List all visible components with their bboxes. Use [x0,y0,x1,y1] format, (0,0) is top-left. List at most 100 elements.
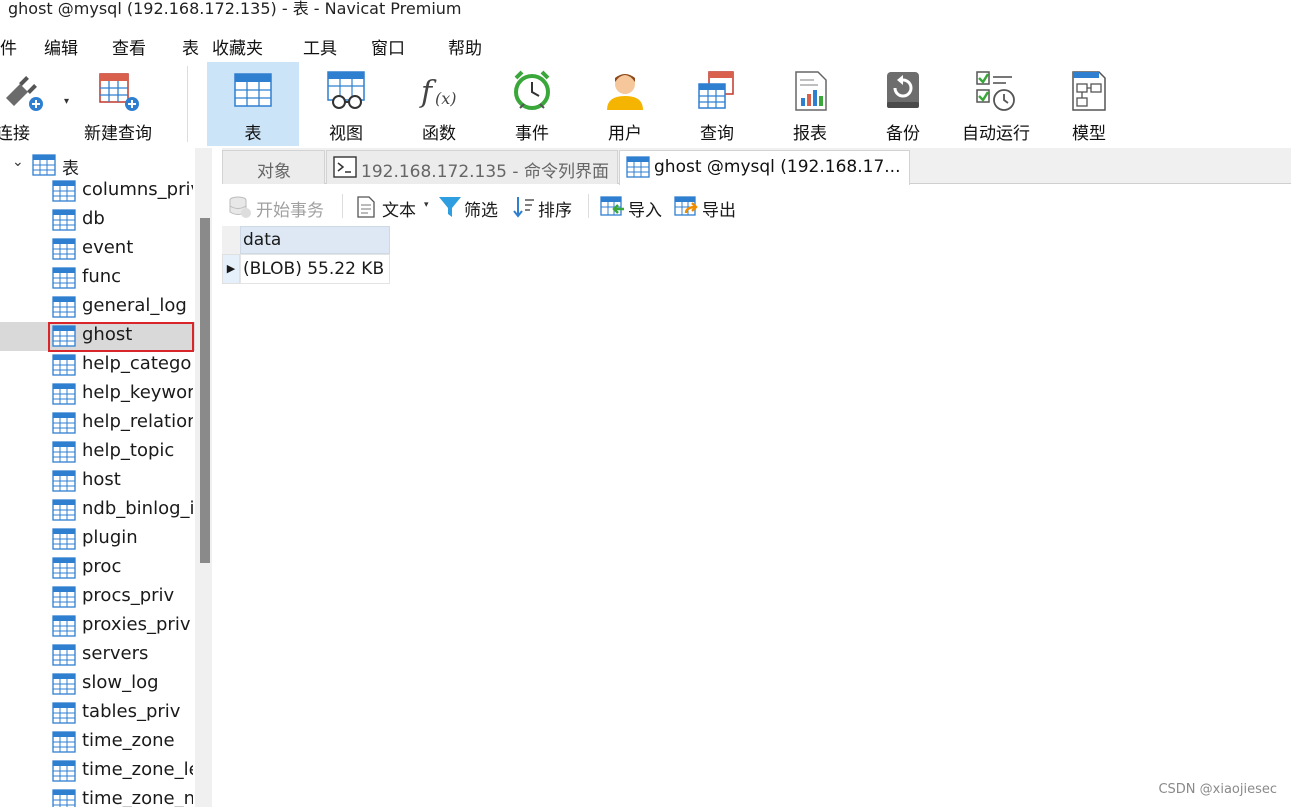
tree-item-ndb-binlog-index[interactable]: ndb_binlog_index [0,496,195,525]
tree-item-label: servers [82,643,149,664]
table-icon [234,73,272,107]
table-icon [52,383,76,405]
menu-file[interactable]: 件 [0,34,17,59]
sidebar-scrollbar-thumb[interactable] [200,218,210,563]
backup-icon [887,72,919,108]
menu-view[interactable]: 查看 [112,34,146,59]
tree-item-tables-priv[interactable]: tables_priv [0,699,195,728]
import-button[interactable]: 导入 [600,194,666,221]
tree-item-time-zone-name[interactable]: time_zone_name [0,786,195,807]
tab-console[interactable]: 192.168.172.135 - 命令列界面 [326,150,618,184]
tab-ghost[interactable]: ghost @mysql (192.168.17... [619,150,910,185]
backup-label: 备份 [886,124,920,144]
tree-item-procs-priv[interactable]: procs_priv [0,583,195,612]
function-label: 函数 [422,124,456,144]
query-button[interactable]: 查询 [671,62,763,146]
table-label: 表 [244,124,262,144]
grid-cell-data[interactable]: (BLOB) 55.22 KB [240,254,390,284]
tree-item-plugin[interactable]: plugin [0,525,195,554]
tree-item-help-keyword[interactable]: help_keyword [0,380,195,409]
sort-icon [513,197,534,218]
filter-button[interactable]: 筛选 [438,194,504,221]
text-dropdown-icon[interactable]: ▾ [424,200,429,210]
new-query-label: 新建查询 [84,124,152,144]
automation-button[interactable]: 自动运行 [950,62,1042,146]
menu-help[interactable]: 帮助 [448,34,482,59]
tree-item-label: func [82,266,122,287]
table-icon [52,528,76,550]
tab-ghost-label: ghost @mysql (192.168.17... [654,157,901,177]
menu-edit[interactable]: 编辑 [44,34,78,59]
tree-item-help-category[interactable]: help_category [0,351,195,380]
tree-item-label: slow_log [82,672,159,693]
model-label: 模型 [1072,124,1106,144]
object-tree: ⌄ 表 columns_priv db event func general_log gh… [0,148,212,807]
tree-item-label: proc [82,556,122,577]
tree-item-ghost[interactable]: ghost [0,322,195,352]
view-button[interactable]: 视图 [300,62,392,146]
chevron-down-icon[interactable]: ⌄ [12,154,24,170]
plug-icon [6,76,43,111]
table-icon [52,296,76,318]
connect-dropdown-icon[interactable]: ▾ [64,96,69,107]
event-button[interactable]: 事件 [486,62,578,146]
text-label: 文本 [382,201,416,221]
tree-item-label: time_zone_name [82,788,193,807]
row-marker[interactable]: ▶ [222,254,240,284]
table-icon [626,156,650,178]
database-icon [229,196,251,218]
new-query-button[interactable]: 新建查询 [72,62,164,146]
report-button[interactable]: 报表 [764,62,856,146]
menu-tools[interactable]: 工具 [303,34,337,59]
tree-item-label: plugin [82,527,138,548]
user-button[interactable]: 用户 [579,62,671,146]
tree-item-time-zone[interactable]: time_zone [0,728,195,757]
function-button[interactable]: f (x) 函数 [393,62,485,146]
text-button[interactable]: 文本 ▾ [356,194,436,221]
menu-table[interactable]: 表 [182,34,199,59]
import-icon [600,196,624,216]
tree-item-general-log[interactable]: general_log [0,293,195,322]
report-icon [795,71,827,111]
tree-item-host[interactable]: host [0,467,195,496]
view-icon [327,71,365,109]
tree-item-slow-log[interactable]: slow_log [0,670,195,699]
tab-objects[interactable]: 对象 [222,150,325,184]
sort-button[interactable]: 排序 [512,194,578,221]
tree-item-proxies-priv[interactable]: proxies_priv [0,612,195,641]
table-icon [52,180,76,202]
toolbar-divider [342,194,343,218]
tree-item-label: help_category [82,353,193,374]
table-icon [52,586,76,608]
tree-item-event[interactable]: event [0,235,195,264]
export-button[interactable]: 导出 [674,194,740,221]
tree-item-db[interactable]: db [0,206,195,235]
table-icon [52,238,76,260]
backup-button[interactable]: 备份 [857,62,949,146]
table-icon [32,154,56,176]
menu-window[interactable]: 窗口 [371,34,405,59]
document-icon [357,196,375,218]
tree-item-label: help_keyword [82,382,193,403]
tree-item-help-topic[interactable]: help_topic [0,438,195,467]
grid-corner [222,226,240,254]
tree-item-label: host [82,469,121,490]
tree-item-columns-priv[interactable]: columns_priv [0,177,195,206]
table-button[interactable]: 表 [207,62,299,146]
table-icon [52,209,76,231]
tree-item-proc[interactable]: proc [0,554,195,583]
tree-item-help-relation[interactable]: help_relation [0,409,195,438]
user-icon [607,74,643,110]
model-button[interactable]: 模型 [1043,62,1135,146]
column-header-data[interactable]: data [240,226,390,254]
table-icon [52,499,76,521]
connect-button[interactable]: 连接 [0,62,68,146]
automation-icon [976,71,1015,111]
tree-item-label: procs_priv [82,585,175,606]
tree-item-time-zone-leap-second[interactable]: time_zone_leap_second [0,757,195,786]
menu-favorites[interactable]: 收藏夹 [212,34,263,59]
tree-item-func[interactable]: func [0,264,195,293]
begin-transaction-button[interactable]: 开始事务 [228,194,336,221]
tree-item-servers[interactable]: servers [0,641,195,670]
table-icon [52,354,76,376]
